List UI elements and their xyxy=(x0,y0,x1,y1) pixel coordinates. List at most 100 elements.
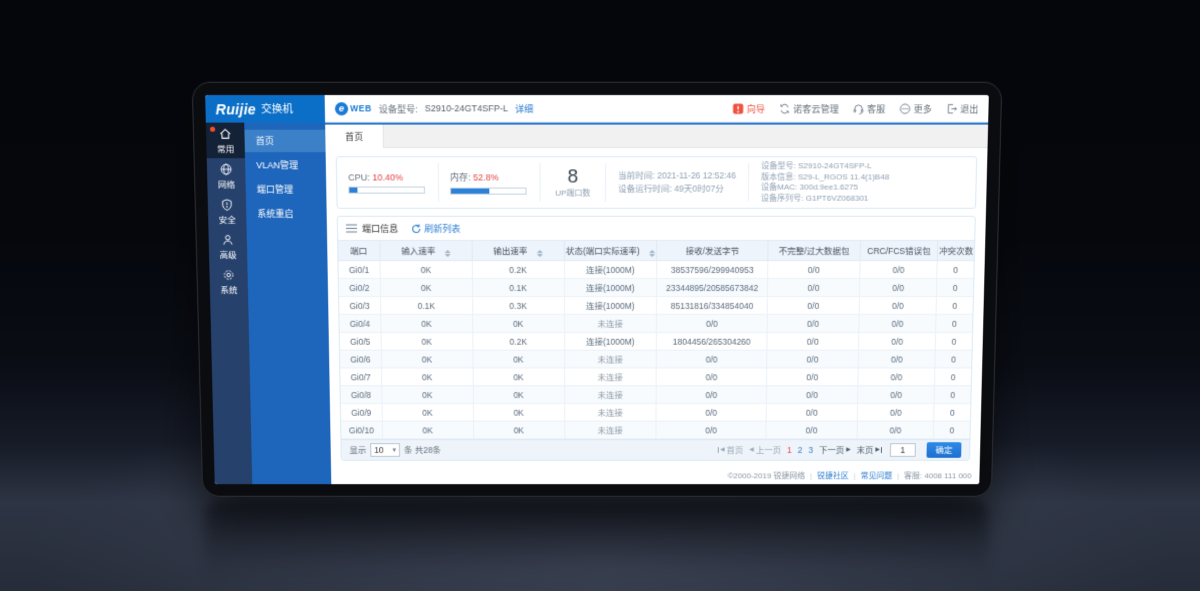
sidebar-item-vlan[interactable]: VLAN管理 xyxy=(245,154,326,176)
cell-status: 未连接 xyxy=(564,403,656,421)
page-number-2[interactable]: 2 xyxy=(798,445,803,455)
header-nav: 向导 诺客云管理 客服 更多 退出 xyxy=(732,102,978,115)
current-time: 2021-11-26 12:52:46 xyxy=(657,170,736,180)
wizard-icon xyxy=(732,103,743,114)
page-number-1[interactable]: 1 xyxy=(787,445,792,455)
cell-status: 连接(1000M) xyxy=(564,279,657,297)
col-in-rate: 输入速率 xyxy=(379,240,471,260)
page-number-3[interactable]: 3 xyxy=(808,445,813,455)
user-icon xyxy=(221,232,235,246)
sidebar-item-restart[interactable]: 系统重启 xyxy=(246,203,327,225)
sidebar-category-advanced[interactable]: 高级 xyxy=(208,229,247,264)
device-mac: 300d.9ee1.6275 xyxy=(800,183,858,192)
eweb-app: Ruijie 交换机 e WEB 设备型号: S2910-24GT4SFP-L … xyxy=(205,95,989,484)
home-icon xyxy=(218,126,232,140)
copyright-text: ©2000-2019 锐捷网络 xyxy=(728,470,806,481)
cloud-management-button[interactable]: 诺客云管理 xyxy=(779,102,839,115)
device-model: S2910-24GT4SFP-L xyxy=(798,161,872,170)
sidebar-category-network[interactable]: 网络 xyxy=(207,158,246,193)
cell-port: Gi0/1 xyxy=(338,261,380,279)
tab-bar: 首页 xyxy=(325,123,988,148)
first-page-button[interactable]: ◀首页 xyxy=(718,444,743,456)
confirm-button[interactable]: 确定 xyxy=(926,442,961,458)
logout-icon xyxy=(946,103,957,114)
eweb-label: WEB xyxy=(350,103,372,113)
cpu-value: 10.40% xyxy=(372,172,403,182)
brand-name: Ruijie xyxy=(215,101,256,117)
show-label: 显示 xyxy=(349,444,366,456)
next-page-button[interactable]: 下一页▶ xyxy=(819,444,851,456)
header-bar: e WEB 设备型号: S2910-24GT4SFP-L 详细 向导 诺客云管理… xyxy=(325,95,989,123)
sidebar-category-system[interactable]: 系统 xyxy=(209,264,248,299)
col-crc: CRC/FCS错误包 xyxy=(860,240,938,260)
prev-page-icon: ◀ xyxy=(749,447,754,453)
last-page-button[interactable]: 末页▶ xyxy=(857,444,883,456)
sidebar-category-security[interactable]: 安全 xyxy=(208,194,247,229)
refresh-list-button[interactable]: 刷新列表 xyxy=(411,222,460,235)
up-port-box: 8 UP端口数 xyxy=(541,167,606,198)
table-row: Gi0/20K0.1K连接(1000M)23344895/20585673842… xyxy=(339,279,974,297)
tab-accent-line xyxy=(325,123,988,125)
detail-link[interactable]: 详细 xyxy=(515,102,533,115)
first-page-icon: ◀ xyxy=(718,447,725,453)
table-header-row: 端口 输入速率 输出速率 状态(端口实际速率) 接收/发送字节 不完整/过大数据… xyxy=(338,240,974,260)
cell-port: Gi0/10 xyxy=(341,421,382,439)
cell-status: 连接(1000M) xyxy=(564,261,657,279)
shield-icon xyxy=(220,197,234,211)
customer-service-button[interactable]: 客服 xyxy=(853,102,886,115)
sidebar-submenu: 首页 VLAN管理 端口管理 系统重启 xyxy=(244,123,331,485)
table-row: Gi0/40K0K未连接0/00/00/00 xyxy=(339,314,972,332)
tab-home[interactable]: 首页 xyxy=(325,125,384,148)
col-port: 端口 xyxy=(338,240,380,260)
cell-status: 连接(1000M) xyxy=(564,296,657,314)
refresh-icon xyxy=(411,223,421,233)
list-icon xyxy=(346,224,357,233)
community-link[interactable]: 锐捷社区 xyxy=(817,470,849,481)
status-panel: CPU: 10.40% 内存: 52.8% xyxy=(336,156,977,209)
monitor-reflection xyxy=(205,499,989,591)
globe-icon xyxy=(219,162,233,176)
cell-port: Gi0/5 xyxy=(340,332,381,350)
up-port-label: UP端口数 xyxy=(541,187,605,198)
brand-logo: Ruijie 交换机 xyxy=(205,95,325,123)
cell-port: Gi0/3 xyxy=(339,296,380,314)
sort-icon[interactable] xyxy=(649,249,655,256)
memory-progress-track xyxy=(450,188,527,195)
col-status: 状态(端口实际速率) xyxy=(564,240,657,260)
sidebar-item-port[interactable]: 端口管理 xyxy=(245,178,326,200)
sidebar-category-strip: 常用 网络 安全 高级 系统 xyxy=(206,123,252,485)
device-info: 设备型号: S2910-24GT4SFP-L 版本信息: S29-L_RGOS … xyxy=(749,161,902,203)
port-table-title: 端口信息 xyxy=(362,222,398,235)
sidebar-item-home[interactable]: 首页 xyxy=(244,130,325,152)
sort-icon[interactable] xyxy=(444,249,450,256)
cloud-sync-icon xyxy=(779,103,790,114)
monitor-frame: Ruijie 交换机 e WEB 设备型号: S2910-24GT4SFP-L … xyxy=(192,82,1003,497)
eweb-logo: e WEB xyxy=(335,102,372,115)
col-bytes: 接收/发送字节 xyxy=(657,240,768,260)
up-port-count: 8 xyxy=(541,167,606,187)
sidebar-category-common[interactable]: 常用 xyxy=(206,123,245,159)
headset-icon xyxy=(853,103,864,114)
logout-button[interactable]: 退出 xyxy=(946,102,979,115)
cell-status: 未连接 xyxy=(564,368,656,386)
faq-link[interactable]: 常见问题 xyxy=(861,470,893,481)
eweb-e-icon: e xyxy=(335,102,348,115)
device-model-label: 设备型号: xyxy=(379,102,418,115)
sort-icon[interactable] xyxy=(536,249,542,256)
wizard-button[interactable]: 向导 xyxy=(732,102,765,115)
notification-dot xyxy=(210,127,215,132)
goto-page-input[interactable] xyxy=(890,443,916,457)
cell-port: Gi0/6 xyxy=(340,350,381,368)
more-button[interactable]: 更多 xyxy=(899,102,932,115)
chevron-down-icon: ▾ xyxy=(393,446,397,454)
cell-status: 连接(1000M) xyxy=(564,332,656,350)
table-row: Gi0/50K0.2K连接(1000M)1804456/2653042600/0… xyxy=(340,332,972,350)
hotline-text: 客服: 4008 111 000 xyxy=(904,470,972,481)
prev-page-button[interactable]: ◀上一页 xyxy=(749,444,781,456)
pagination-bar: 显示 10 ▾ 条 共28条 ◀首页 ◀上一页 1 2 3 xyxy=(341,439,969,460)
cell-port: Gi0/4 xyxy=(339,314,380,332)
cell-status: 未连接 xyxy=(564,386,656,404)
page-size-select[interactable]: 10 ▾ xyxy=(370,443,400,457)
brand-product: 交换机 xyxy=(261,101,293,116)
table-row: Gi0/60K0K未连接0/00/00/00 xyxy=(340,350,972,368)
